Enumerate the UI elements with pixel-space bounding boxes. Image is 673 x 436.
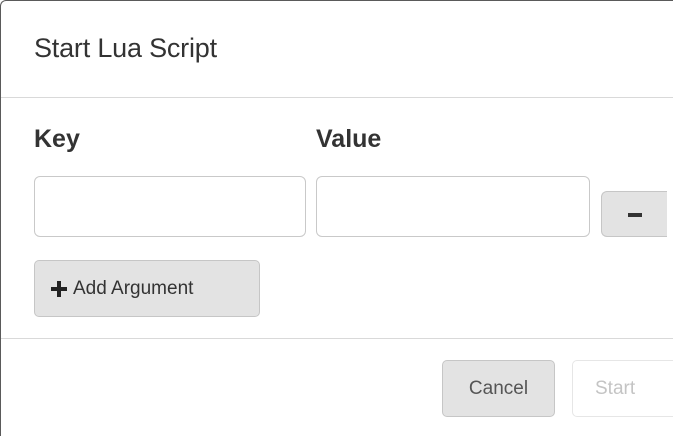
start-lua-script-dialog: Start Lua Script Key Value Add Argument … <box>0 0 673 436</box>
dialog-title: Start Lua Script <box>34 33 217 63</box>
argument-key-input[interactable] <box>34 176 306 237</box>
add-argument-button[interactable]: Add Argument <box>34 260 260 317</box>
cancel-button[interactable]: Cancel <box>442 360 555 417</box>
key-column-header: Key <box>34 125 80 153</box>
argument-value-input[interactable] <box>316 176 590 237</box>
plus-icon <box>51 280 67 297</box>
start-button[interactable]: Start <box>572 360 673 417</box>
dialog-header: Start Lua Script <box>1 1 673 98</box>
add-argument-label: Add Argument <box>73 277 194 299</box>
footer-divider <box>1 338 673 339</box>
minus-icon <box>628 213 642 217</box>
remove-argument-button[interactable] <box>601 191 667 237</box>
value-column-header: Value <box>316 125 382 153</box>
